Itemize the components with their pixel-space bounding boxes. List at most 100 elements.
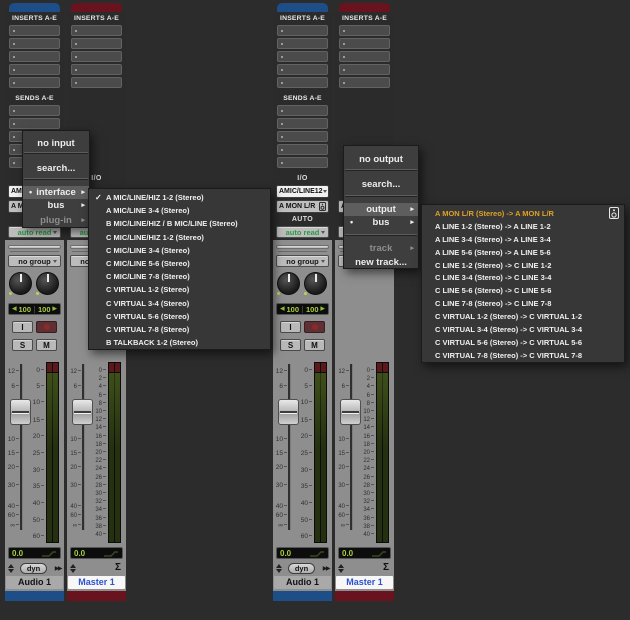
volume-fader[interactable] [72,399,93,425]
interface-submenu-item[interactable]: ✓C VIRTUAL 1-2 (Stereo) [89,283,270,296]
menu-item-bus[interactable]: bus ▸ [23,199,89,212]
insert-slot[interactable] [277,51,328,62]
group-selector[interactable]: no group [276,255,329,267]
insert-slot[interactable] [277,64,328,75]
send-slot[interactable] [277,157,328,168]
mute-button[interactable]: M [36,339,57,351]
output-submenu-item[interactable]: C LINE 5-6 (Stereo) -> C LINE 5-6 [422,284,624,297]
dyn-button[interactable]: dyn [20,562,47,574]
insert-slot[interactable] [71,51,122,62]
mini-volume-slider[interactable] [8,244,61,252]
track-name-master1[interactable]: Master 1 [336,576,393,589]
output-submenu-item[interactable]: C VIRTUAL 5-6 (Stereo) -> C VIRTUAL 5-6 [422,336,624,349]
interface-submenu-item[interactable]: ✓C VIRTUAL 7-8 (Stereo) [89,323,270,336]
insert-slot[interactable] [9,38,60,49]
output-submenu-item[interactable]: C VIRTUAL 3-4 (Stereo) -> C VIRTUAL 3-4 [422,323,624,336]
track-name-master1[interactable]: Master 1 [68,576,125,589]
interface-submenu-item[interactable]: ✓B TALKBACK 1-2 (Stereo) [89,336,270,349]
pan-left-arrow-icon: ◀ [280,306,285,312]
insert-slot[interactable] [9,64,60,75]
send-slot[interactable] [277,118,328,129]
insert-slot[interactable] [277,38,328,49]
insert-slot[interactable] [71,38,122,49]
insert-slot[interactable] [9,25,60,36]
insert-slot[interactable] [277,25,328,36]
solo-button[interactable]: S [12,339,33,351]
volume-fader[interactable] [278,399,299,425]
interface-submenu-item[interactable]: ✓A MIC/LINE 3-4 (Stereo) [89,204,270,217]
insert-slot[interactable] [339,38,390,49]
menu-item-output[interactable]: output ▸ [344,203,418,216]
insert-slot[interactable] [339,64,390,75]
pan-knob-left[interactable] [9,272,32,295]
interface-submenu-item[interactable]: ✓C VIRTUAL 5-6 (Stereo) [89,310,270,323]
output-submenu-item[interactable]: C LINE 3-4 (Stereo) -> C LINE 3-4 [422,271,624,284]
track-color-bar-top[interactable] [71,3,122,12]
output-submenu-item[interactable]: A LINE 5-6 (Stereo) -> A LINE 5-6 [422,246,624,259]
pan-knob-right[interactable] [304,272,327,295]
record-arm-button[interactable] [36,321,57,333]
insert-slot[interactable] [71,77,122,88]
insert-slot[interactable] [339,51,390,62]
menu-item-search[interactable]: search... [23,162,89,175]
track-color-bar-top[interactable] [9,3,60,12]
insert-slot[interactable] [339,77,390,88]
nudge-arrows[interactable] [338,563,344,573]
insert-slot[interactable] [9,77,60,88]
track-color-bar-top[interactable] [277,3,328,12]
insert-slot[interactable] [9,51,60,62]
track-color-bar-top[interactable] [339,3,390,12]
send-slot[interactable] [9,118,60,129]
volume-fader[interactable] [10,399,31,425]
level-meter [314,362,327,543]
track-name-audio1[interactable]: Audio 1 [274,576,331,589]
insert-slot[interactable] [339,25,390,36]
output-selector[interactable]: A MON L/R [276,200,329,213]
output-submenu-item[interactable]: C LINE 1-2 (Stereo) -> C LINE 1-2 [422,259,624,272]
insert-slot[interactable] [71,64,122,75]
interface-submenu-item[interactable]: ✓C MIC/LINE 3-4 (Stereo) [89,244,270,257]
nudge-arrows[interactable] [276,563,282,573]
input-monitor-button[interactable]: I [280,321,301,333]
pan-knob-left[interactable] [277,272,300,295]
send-slot[interactable] [9,105,60,116]
interface-submenu-item[interactable]: ✓C MIC/LINE 5-6 (Stereo) [89,257,270,270]
input-monitor-button[interactable]: I [12,321,33,333]
volume-fader[interactable] [340,399,361,425]
automation-mode-button[interactable]: auto read [276,226,329,238]
output-submenu-item[interactable]: C VIRTUAL 7-8 (Stereo) -> C VIRTUAL 7-8 [422,349,624,362]
interface-submenu-item[interactable]: ✓C VIRTUAL 3-4 (Stereo) [89,297,270,310]
insert-slot[interactable] [71,25,122,36]
menu-item-search[interactable]: search... [344,178,418,191]
send-slot[interactable] [277,131,328,142]
pan-knob-right[interactable] [36,272,59,295]
menu-item-new-track[interactable]: new track... [344,256,418,269]
output-submenu-item[interactable]: C LINE 7-8 (Stereo) -> C LINE 7-8 [422,297,624,310]
mute-button[interactable]: M [304,339,325,351]
menu-item-bus[interactable]: • bus ▸ [344,216,418,229]
interface-submenu-item[interactable]: ✓C MIC/LINE 7-8 (Stereo) [89,270,270,283]
output-submenu-item[interactable]: A LINE 1-2 (Stereo) -> A LINE 1-2 [422,220,624,233]
send-slot[interactable] [277,144,328,155]
insert-slot[interactable] [277,77,328,88]
nudge-arrows[interactable] [8,563,14,573]
mini-volume-slider[interactable] [276,244,329,252]
group-selector[interactable]: no group [8,255,61,267]
interface-submenu-item[interactable]: ✓C MIC/LINE/HIZ 1-2 (Stereo) [89,231,270,244]
interface-submenu-item[interactable]: ✓ A MIC/LINE/HIZ 1-2 (Stereo) [89,191,270,204]
solo-button[interactable]: S [280,339,301,351]
menu-item-interface[interactable]: • interface ▸ [23,186,89,199]
menu-item-no-input[interactable]: no input [23,137,89,150]
interface-submenu-item[interactable]: ✓B MIC/LINE/HIZ / B MIC/LINE (Stereo) [89,217,270,230]
send-slot[interactable] [277,105,328,116]
track-name-audio1[interactable]: Audio 1 [6,576,63,589]
dyn-button[interactable]: dyn [288,562,315,574]
input-selector[interactable]: AMIC/LINE12 [276,185,329,198]
menu-item-no-output[interactable]: no output [344,153,418,166]
output-submenu-item[interactable]: C VIRTUAL 1-2 (Stereo) -> C VIRTUAL 1-2 [422,310,624,323]
output-submenu-item[interactable]: A LINE 3-4 (Stereo) -> A LINE 3-4 [422,233,624,246]
output-submenu-item[interactable]: A MON L/R (Stereo) -> A MON L/R [422,207,624,220]
record-arm-button[interactable] [304,321,325,333]
nudge-arrows[interactable] [70,563,76,573]
sends-header: SENDS A-E [15,95,54,102]
